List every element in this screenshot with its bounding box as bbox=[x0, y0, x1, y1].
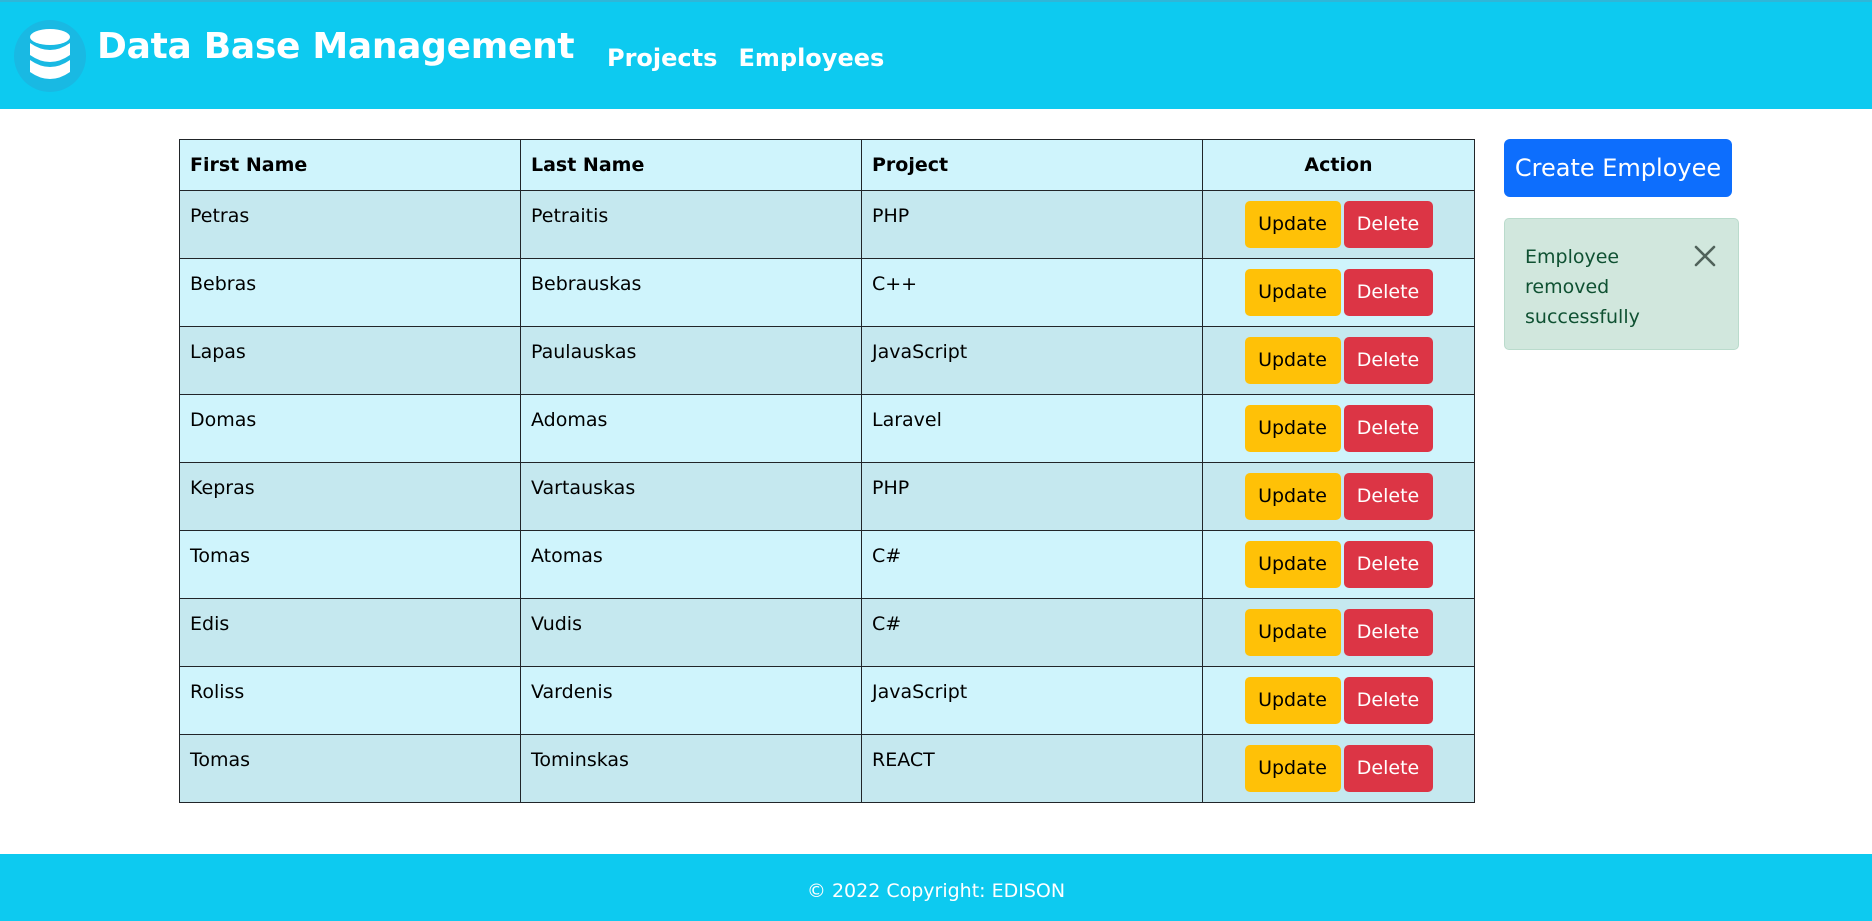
table-row: Bebras Bebrauskas C++ Update Delete bbox=[179, 258, 1475, 327]
delete-button[interactable]: Delete bbox=[1343, 677, 1433, 724]
column-header-action: Action bbox=[1202, 139, 1475, 191]
column-header-project: Project bbox=[861, 139, 1203, 191]
table-row: Petras Petraitis PHP Update Delete bbox=[179, 190, 1475, 259]
cell-actions: Update Delete bbox=[1202, 258, 1475, 327]
cell-last-name: Paulauskas bbox=[520, 326, 862, 395]
cell-actions: Update Delete bbox=[1202, 394, 1475, 463]
footer-copyright: © 2022 Copyright: EDISON bbox=[806, 880, 1066, 902]
cell-project: Laravel bbox=[861, 394, 1203, 463]
table-row: Roliss Vardenis JavaScript Update Delete bbox=[179, 666, 1475, 735]
success-alert: Employee removed successfully bbox=[1504, 218, 1739, 350]
update-button[interactable]: Update bbox=[1244, 677, 1341, 724]
cell-first-name: Roliss bbox=[179, 666, 521, 735]
cell-last-name: Atomas bbox=[520, 530, 862, 599]
close-icon[interactable] bbox=[1690, 241, 1720, 271]
table-row: Tomas Tominskas REACT Update Delete bbox=[179, 734, 1475, 803]
delete-button[interactable]: Delete bbox=[1343, 201, 1433, 248]
employees-table: First Name Last Name Project Action Petr… bbox=[179, 139, 1475, 803]
cell-actions: Update Delete bbox=[1202, 598, 1475, 667]
delete-button[interactable]: Delete bbox=[1343, 745, 1433, 792]
cell-last-name: Petraitis bbox=[520, 190, 862, 259]
update-button[interactable]: Update bbox=[1244, 609, 1341, 656]
cell-last-name: Vardenis bbox=[520, 666, 862, 735]
delete-button[interactable]: Delete bbox=[1343, 473, 1433, 520]
column-header-last-name: Last Name bbox=[520, 139, 862, 191]
cell-actions: Update Delete bbox=[1202, 326, 1475, 395]
footer: © 2022 Copyright: EDISON bbox=[0, 854, 1872, 921]
table-row: Lapas Paulauskas JavaScript Update Delete bbox=[179, 326, 1475, 395]
cell-first-name: Edis bbox=[179, 598, 521, 667]
cell-actions: Update Delete bbox=[1202, 530, 1475, 599]
employees-table-container: First Name Last Name Project Action Petr… bbox=[179, 139, 1475, 803]
cell-last-name: Adomas bbox=[520, 394, 862, 463]
cell-last-name: Vudis bbox=[520, 598, 862, 667]
cell-actions: Update Delete bbox=[1202, 666, 1475, 735]
cell-last-name: Tominskas bbox=[520, 734, 862, 803]
cell-last-name: Bebrauskas bbox=[520, 258, 862, 327]
cell-actions: Update Delete bbox=[1202, 190, 1475, 259]
cell-last-name: Vartauskas bbox=[520, 462, 862, 531]
table-body: Petras Petraitis PHP Update Delete Bebras Bebr… bbox=[179, 190, 1475, 803]
column-header-first-name: First Name bbox=[179, 139, 521, 191]
cell-first-name: Lapas bbox=[179, 326, 521, 395]
cell-project: JavaScript bbox=[861, 666, 1203, 735]
cell-project: JavaScript bbox=[861, 326, 1203, 395]
update-button[interactable]: Update bbox=[1244, 745, 1341, 792]
delete-button[interactable]: Delete bbox=[1343, 405, 1433, 452]
alert-message: Employee removed successfully bbox=[1525, 246, 1640, 328]
cell-project: C++ bbox=[861, 258, 1203, 327]
cell-project: C# bbox=[861, 598, 1203, 667]
brand-title[interactable]: Data Base Management bbox=[97, 26, 575, 67]
cell-first-name: Bebras bbox=[179, 258, 521, 327]
delete-button[interactable]: Delete bbox=[1343, 269, 1433, 316]
update-button[interactable]: Update bbox=[1244, 201, 1341, 248]
main-nav: Projects Employees bbox=[607, 44, 900, 72]
database-icon bbox=[14, 20, 86, 92]
cell-project: PHP bbox=[861, 462, 1203, 531]
table-row: Edis Vudis C# Update Delete bbox=[179, 598, 1475, 667]
nav-link-projects[interactable]: Projects bbox=[607, 44, 717, 72]
cell-project: REACT bbox=[861, 734, 1203, 803]
nav-link-employees[interactable]: Employees bbox=[739, 44, 885, 72]
cell-first-name: Tomas bbox=[179, 530, 521, 599]
cell-actions: Update Delete bbox=[1202, 734, 1475, 803]
table-row: Tomas Atomas C# Update Delete bbox=[179, 530, 1475, 599]
cell-first-name: Kepras bbox=[179, 462, 521, 531]
cell-project: PHP bbox=[861, 190, 1203, 259]
cell-actions: Update Delete bbox=[1202, 462, 1475, 531]
table-header-row: First Name Last Name Project Action bbox=[179, 139, 1475, 191]
update-button[interactable]: Update bbox=[1244, 541, 1341, 588]
top-navbar: Data Base Management Projects Employees bbox=[0, 0, 1872, 109]
create-employee-button[interactable]: Create Employee bbox=[1504, 139, 1732, 197]
table-row: Kepras Vartauskas PHP Update Delete bbox=[179, 462, 1475, 531]
cell-first-name: Petras bbox=[179, 190, 521, 259]
update-button[interactable]: Update bbox=[1244, 269, 1341, 316]
delete-button[interactable]: Delete bbox=[1343, 609, 1433, 656]
delete-button[interactable]: Delete bbox=[1343, 541, 1433, 588]
table-row: Domas Adomas Laravel Update Delete bbox=[179, 394, 1475, 463]
update-button[interactable]: Update bbox=[1244, 473, 1341, 520]
cell-first-name: Tomas bbox=[179, 734, 521, 803]
cell-project: C# bbox=[861, 530, 1203, 599]
delete-button[interactable]: Delete bbox=[1343, 337, 1433, 384]
update-button[interactable]: Update bbox=[1244, 337, 1341, 384]
cell-first-name: Domas bbox=[179, 394, 521, 463]
app-root: Data Base Management Projects Employees … bbox=[0, 0, 1872, 921]
update-button[interactable]: Update bbox=[1244, 405, 1341, 452]
